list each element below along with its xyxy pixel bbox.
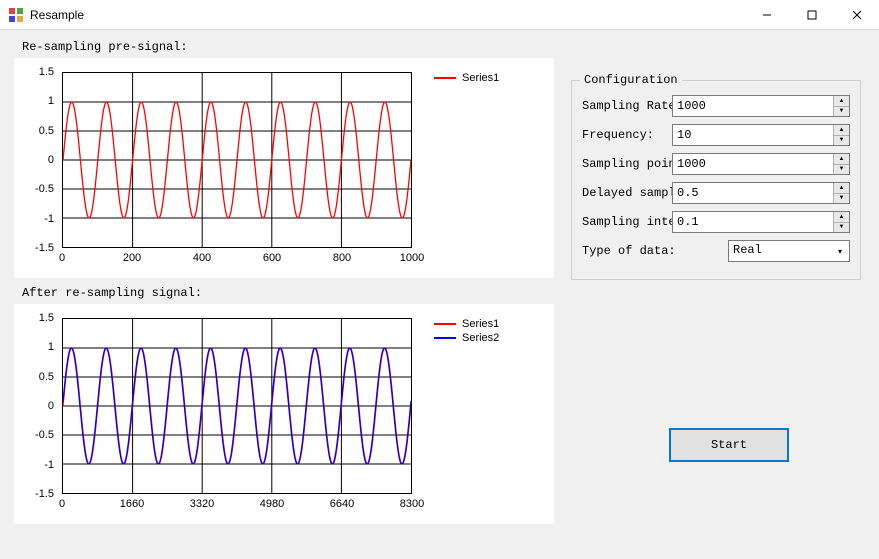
input-delayed-sampling-point[interactable] xyxy=(673,183,833,203)
spin-up-icon[interactable]: ▲ xyxy=(834,96,849,107)
row-sampling-points: Sampling points: ▲▼ xyxy=(582,153,850,175)
spin-up-icon[interactable]: ▲ xyxy=(834,154,849,165)
spinner-sampling-rate[interactable]: ▲▼ xyxy=(672,95,850,117)
row-sampling-interval: Sampling interval: ▲▼ xyxy=(582,211,850,233)
label-sampling-interval: Sampling interval: xyxy=(582,215,672,229)
spin-down-icon[interactable]: ▼ xyxy=(834,107,849,117)
window-controls xyxy=(744,0,879,29)
spin-down-icon[interactable]: ▼ xyxy=(834,194,849,204)
combo-type-of-data[interactable]: Real ▾ xyxy=(728,240,850,262)
window-title: Resample xyxy=(30,8,84,22)
spinner-delayed-sampling-point[interactable]: ▲▼ xyxy=(672,182,850,204)
spin-up-icon[interactable]: ▲ xyxy=(834,183,849,194)
legend-label-series1: Series1 xyxy=(462,72,499,84)
chart1-plot-area xyxy=(62,72,412,248)
spin-up-icon[interactable]: ▲ xyxy=(834,212,849,223)
chevron-down-icon[interactable]: ▾ xyxy=(831,241,849,261)
maximize-button[interactable] xyxy=(789,0,834,29)
spin-down-icon[interactable]: ▼ xyxy=(834,136,849,146)
pre-signal-label: Re-sampling pre-signal: xyxy=(22,40,865,54)
label-delayed-sampling-point: Delayed sampling point xyxy=(582,186,672,200)
after-signal-label: After re-sampling signal: xyxy=(22,286,865,300)
legend-swatch-series2 xyxy=(434,337,456,339)
spin-down-icon[interactable]: ▼ xyxy=(834,223,849,233)
row-type-of-data: Type of data: Real ▾ xyxy=(582,240,850,262)
legend-label-series2: Series2 xyxy=(462,332,499,344)
row-frequency: Frequency: ▲▼ xyxy=(582,124,850,146)
close-button[interactable] xyxy=(834,0,879,29)
spinner-sampling-interval[interactable]: ▲▼ xyxy=(672,211,850,233)
input-frequency[interactable] xyxy=(673,125,833,145)
chart-pre-signal: -1.5-1-0.500.511.5 02004006008001000 Ser… xyxy=(14,58,554,278)
label-frequency: Frequency: xyxy=(582,128,672,142)
configuration-title: Configuration xyxy=(580,73,682,87)
input-sampling-points[interactable] xyxy=(673,154,833,174)
chart1-y-labels: -1.5-1-0.500.511.5 xyxy=(14,72,58,248)
input-sampling-interval[interactable] xyxy=(673,212,833,232)
start-button[interactable]: Start xyxy=(669,428,789,462)
spinner-sampling-points[interactable]: ▲▼ xyxy=(672,153,850,175)
app-icon xyxy=(8,7,24,23)
chart2-plot-area xyxy=(62,318,412,494)
start-button-label: Start xyxy=(711,438,747,452)
chart2-y-labels: -1.5-1-0.500.511.5 xyxy=(14,318,58,494)
legend-swatch-series1 xyxy=(434,77,456,79)
combo-value-type-of-data: Real xyxy=(729,241,831,261)
spinner-frequency[interactable]: ▲▼ xyxy=(672,124,850,146)
label-sampling-rate: Sampling Rate: xyxy=(582,99,672,113)
legend-label-series1: Series1 xyxy=(462,318,499,330)
chart2-legend: Series1 Series2 xyxy=(434,318,499,346)
label-type-of-data: Type of data: xyxy=(582,244,728,258)
legend-item-series2: Series2 xyxy=(434,332,499,344)
spin-down-icon[interactable]: ▼ xyxy=(834,165,849,175)
row-sampling-rate: Sampling Rate: ▲▼ xyxy=(582,95,850,117)
spin-up-icon[interactable]: ▲ xyxy=(834,125,849,136)
row-delayed-sampling-point: Delayed sampling point ▲▼ xyxy=(582,182,850,204)
chart-after-signal: -1.5-1-0.500.511.5 016603320498066408300… xyxy=(14,304,554,524)
legend-item-series1: Series1 xyxy=(434,72,499,84)
titlebar: Resample xyxy=(0,0,879,30)
client-area: Re-sampling pre-signal: -1.5-1-0.500.511… xyxy=(0,30,879,559)
minimize-button[interactable] xyxy=(744,0,789,29)
legend-swatch-series1 xyxy=(434,323,456,325)
configuration-group: Configuration Sampling Rate: ▲▼ Frequenc… xyxy=(571,80,861,280)
chart1-legend: Series1 xyxy=(434,72,499,86)
input-sampling-rate[interactable] xyxy=(673,96,833,116)
legend-item-series1: Series1 xyxy=(434,318,499,330)
label-sampling-points: Sampling points: xyxy=(582,157,672,171)
